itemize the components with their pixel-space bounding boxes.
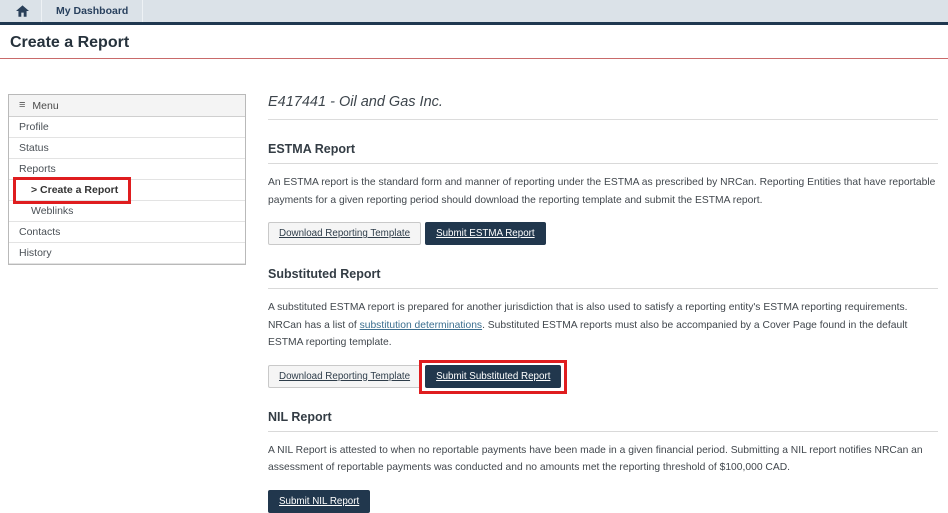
substituted-report-description: A substituted ESTMA report is prepared f…	[268, 299, 938, 352]
nil-button-row: Submit NIL Report	[268, 489, 938, 513]
substituted-button-row: Download Reporting Template Submit Subst…	[268, 359, 938, 394]
sidebar-menu-header[interactable]: ≡ Menu	[9, 95, 245, 117]
download-reporting-template-button-2[interactable]: Download Reporting Template	[268, 364, 422, 388]
sidebar-item-label: > Create a Report	[31, 184, 119, 196]
sidebar-item-profile[interactable]: Profile	[9, 117, 245, 138]
nil-report-description: A NIL Report is attested to when no repo…	[268, 444, 923, 474]
sidebar-item-history[interactable]: History	[9, 243, 245, 264]
top-navbar: My Dashboard	[0, 0, 948, 25]
sidebar-menu-title: Menu	[32, 99, 59, 112]
home-icon	[16, 5, 29, 17]
sidebar-item-status[interactable]: Status	[9, 138, 245, 159]
my-dashboard-label: My Dashboard	[56, 5, 129, 17]
sidebar-item-weblinks[interactable]: Weblinks	[9, 201, 245, 222]
sidebar-item-reports[interactable]: Reports	[9, 159, 245, 180]
sidebar-menu: ≡ Menu Profile Status Reports > Create a…	[8, 94, 246, 265]
sidebar-item-contacts[interactable]: Contacts	[9, 222, 245, 243]
page-title: Create a Report	[10, 34, 130, 51]
entity-heading: E417441 - Oil and Gas Inc.	[268, 94, 938, 120]
sidebar-item-label: Reports	[19, 163, 56, 175]
section-title-estma-report: ESTMA Report	[268, 142, 938, 164]
sidebar-item-label: Profile	[19, 121, 49, 133]
main-panel: E417441 - Oil and Gas Inc. ESTMA Report …	[268, 59, 938, 513]
submit-substituted-wrap: Submit Substituted Report	[419, 359, 568, 394]
tab-my-dashboard[interactable]: My Dashboard	[42, 0, 144, 22]
estma-button-row: Download Reporting Template Submit ESTMA…	[268, 222, 938, 245]
submit-estma-report-button[interactable]: Submit ESTMA Report	[425, 222, 546, 245]
sidebar-item-label: Weblinks	[31, 205, 74, 217]
sidebar-item-label: History	[19, 247, 52, 259]
estma-report-description: An ESTMA report is the standard form and…	[268, 177, 936, 206]
sidebar-item-label: Contacts	[19, 226, 61, 238]
submit-substituted-report-button[interactable]: Submit Substituted Report	[425, 364, 562, 388]
sidebar-item-create-a-report[interactable]: > Create a Report	[9, 180, 245, 201]
section-title-nil-report: NIL Report	[268, 410, 938, 432]
page-title-bar: Create a Report	[0, 25, 948, 59]
home-tab[interactable]	[0, 0, 42, 22]
substitution-determinations-link[interactable]: substitution determinations	[360, 320, 483, 331]
submit-nil-report-button[interactable]: Submit NIL Report	[268, 489, 371, 513]
content-area: ≡ Menu Profile Status Reports > Create a…	[0, 59, 948, 513]
download-reporting-template-button[interactable]: Download Reporting Template	[268, 222, 422, 245]
menu-icon: ≡	[19, 99, 26, 111]
section-title-substituted-report: Substituted Report	[268, 267, 938, 289]
sidebar-item-label: Status	[19, 142, 49, 154]
